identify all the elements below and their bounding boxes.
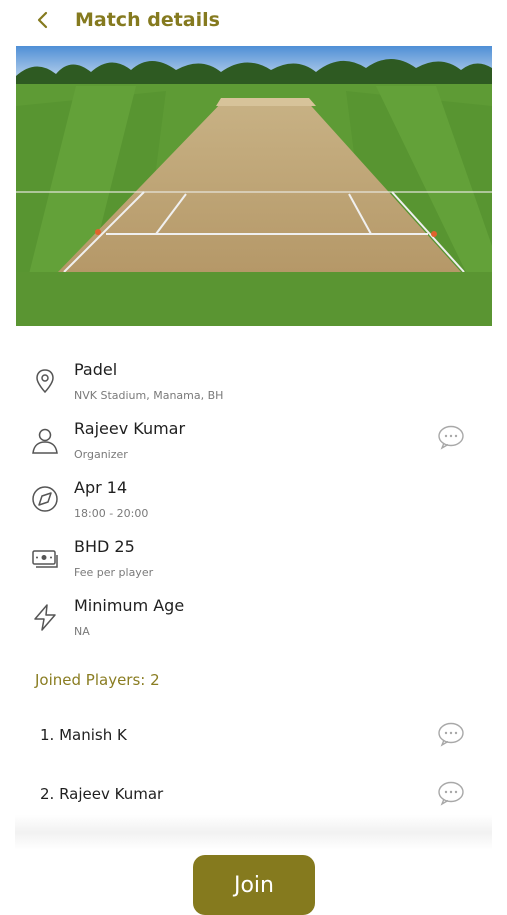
fee-label: Fee per player	[74, 566, 154, 579]
min-age-value: NA	[74, 625, 90, 638]
organizer-name: Rajeev Kumar	[74, 419, 186, 438]
sport-name: Padel	[74, 360, 118, 379]
date-row: Apr 14 18:00 - 20:00	[0, 478, 507, 528]
lightning-icon	[34, 604, 56, 631]
min-age-label: Minimum Age	[74, 596, 185, 615]
chat-player-button[interactable]	[436, 780, 466, 806]
min-age-row: Minimum Age NA	[0, 596, 507, 646]
player-name: 1. Manish K	[40, 726, 127, 744]
chat-player-button[interactable]	[436, 721, 466, 747]
fee-row: BHD 25 Fee per player	[0, 537, 507, 587]
user-icon	[32, 428, 58, 454]
app-header: Match details	[0, 0, 507, 42]
join-button[interactable]: Join	[193, 855, 315, 915]
bottom-fade	[15, 815, 492, 850]
venue-address: NVK Stadium, Manama, BH	[74, 389, 224, 402]
match-venue-image	[16, 46, 492, 326]
fee-amount: BHD 25	[74, 537, 135, 556]
chevron-left-icon	[37, 11, 48, 29]
back-button[interactable]	[30, 6, 56, 34]
player-item: 1. Manish K	[0, 718, 507, 758]
chat-organizer-button[interactable]	[436, 424, 466, 450]
player-name: 2. Rajeev Kumar	[40, 785, 164, 803]
match-time: 18:00 - 20:00	[74, 507, 149, 520]
player-item: 2. Rajeev Kumar	[0, 777, 507, 817]
organizer-row: Rajeev Kumar Organizer	[0, 419, 507, 469]
organizer-label: Organizer	[74, 448, 128, 461]
match-date: Apr 14	[74, 478, 128, 497]
compass-icon	[32, 486, 58, 512]
joined-players-heading: Joined Players: 2	[35, 671, 160, 689]
cash-icon	[32, 550, 58, 568]
page-title: Match details	[75, 9, 220, 31]
venue-row: Padel NVK Stadium, Manama, BH	[0, 360, 507, 410]
location-pin-icon	[36, 369, 54, 394]
